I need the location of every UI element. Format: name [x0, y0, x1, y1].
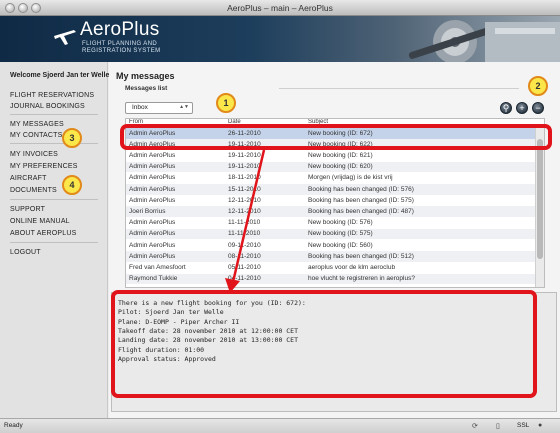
- status-bar: Ready ⟳ ▯ SSL ●: [0, 418, 560, 433]
- annotation-badge-1: 1: [216, 93, 236, 113]
- annotation-badge-4: 4: [62, 175, 82, 195]
- ssl-indicator: SSL: [517, 422, 530, 429]
- annotation-badge-2: 2: [528, 76, 548, 96]
- page-icon: ▯: [496, 423, 500, 430]
- lock-icon: ●: [538, 422, 543, 429]
- pointer-arrow: [225, 149, 266, 293]
- status-text: Ready: [4, 422, 23, 429]
- refresh-icon[interactable]: ⟳: [472, 422, 478, 430]
- annotation-badge-3: 3: [62, 128, 82, 148]
